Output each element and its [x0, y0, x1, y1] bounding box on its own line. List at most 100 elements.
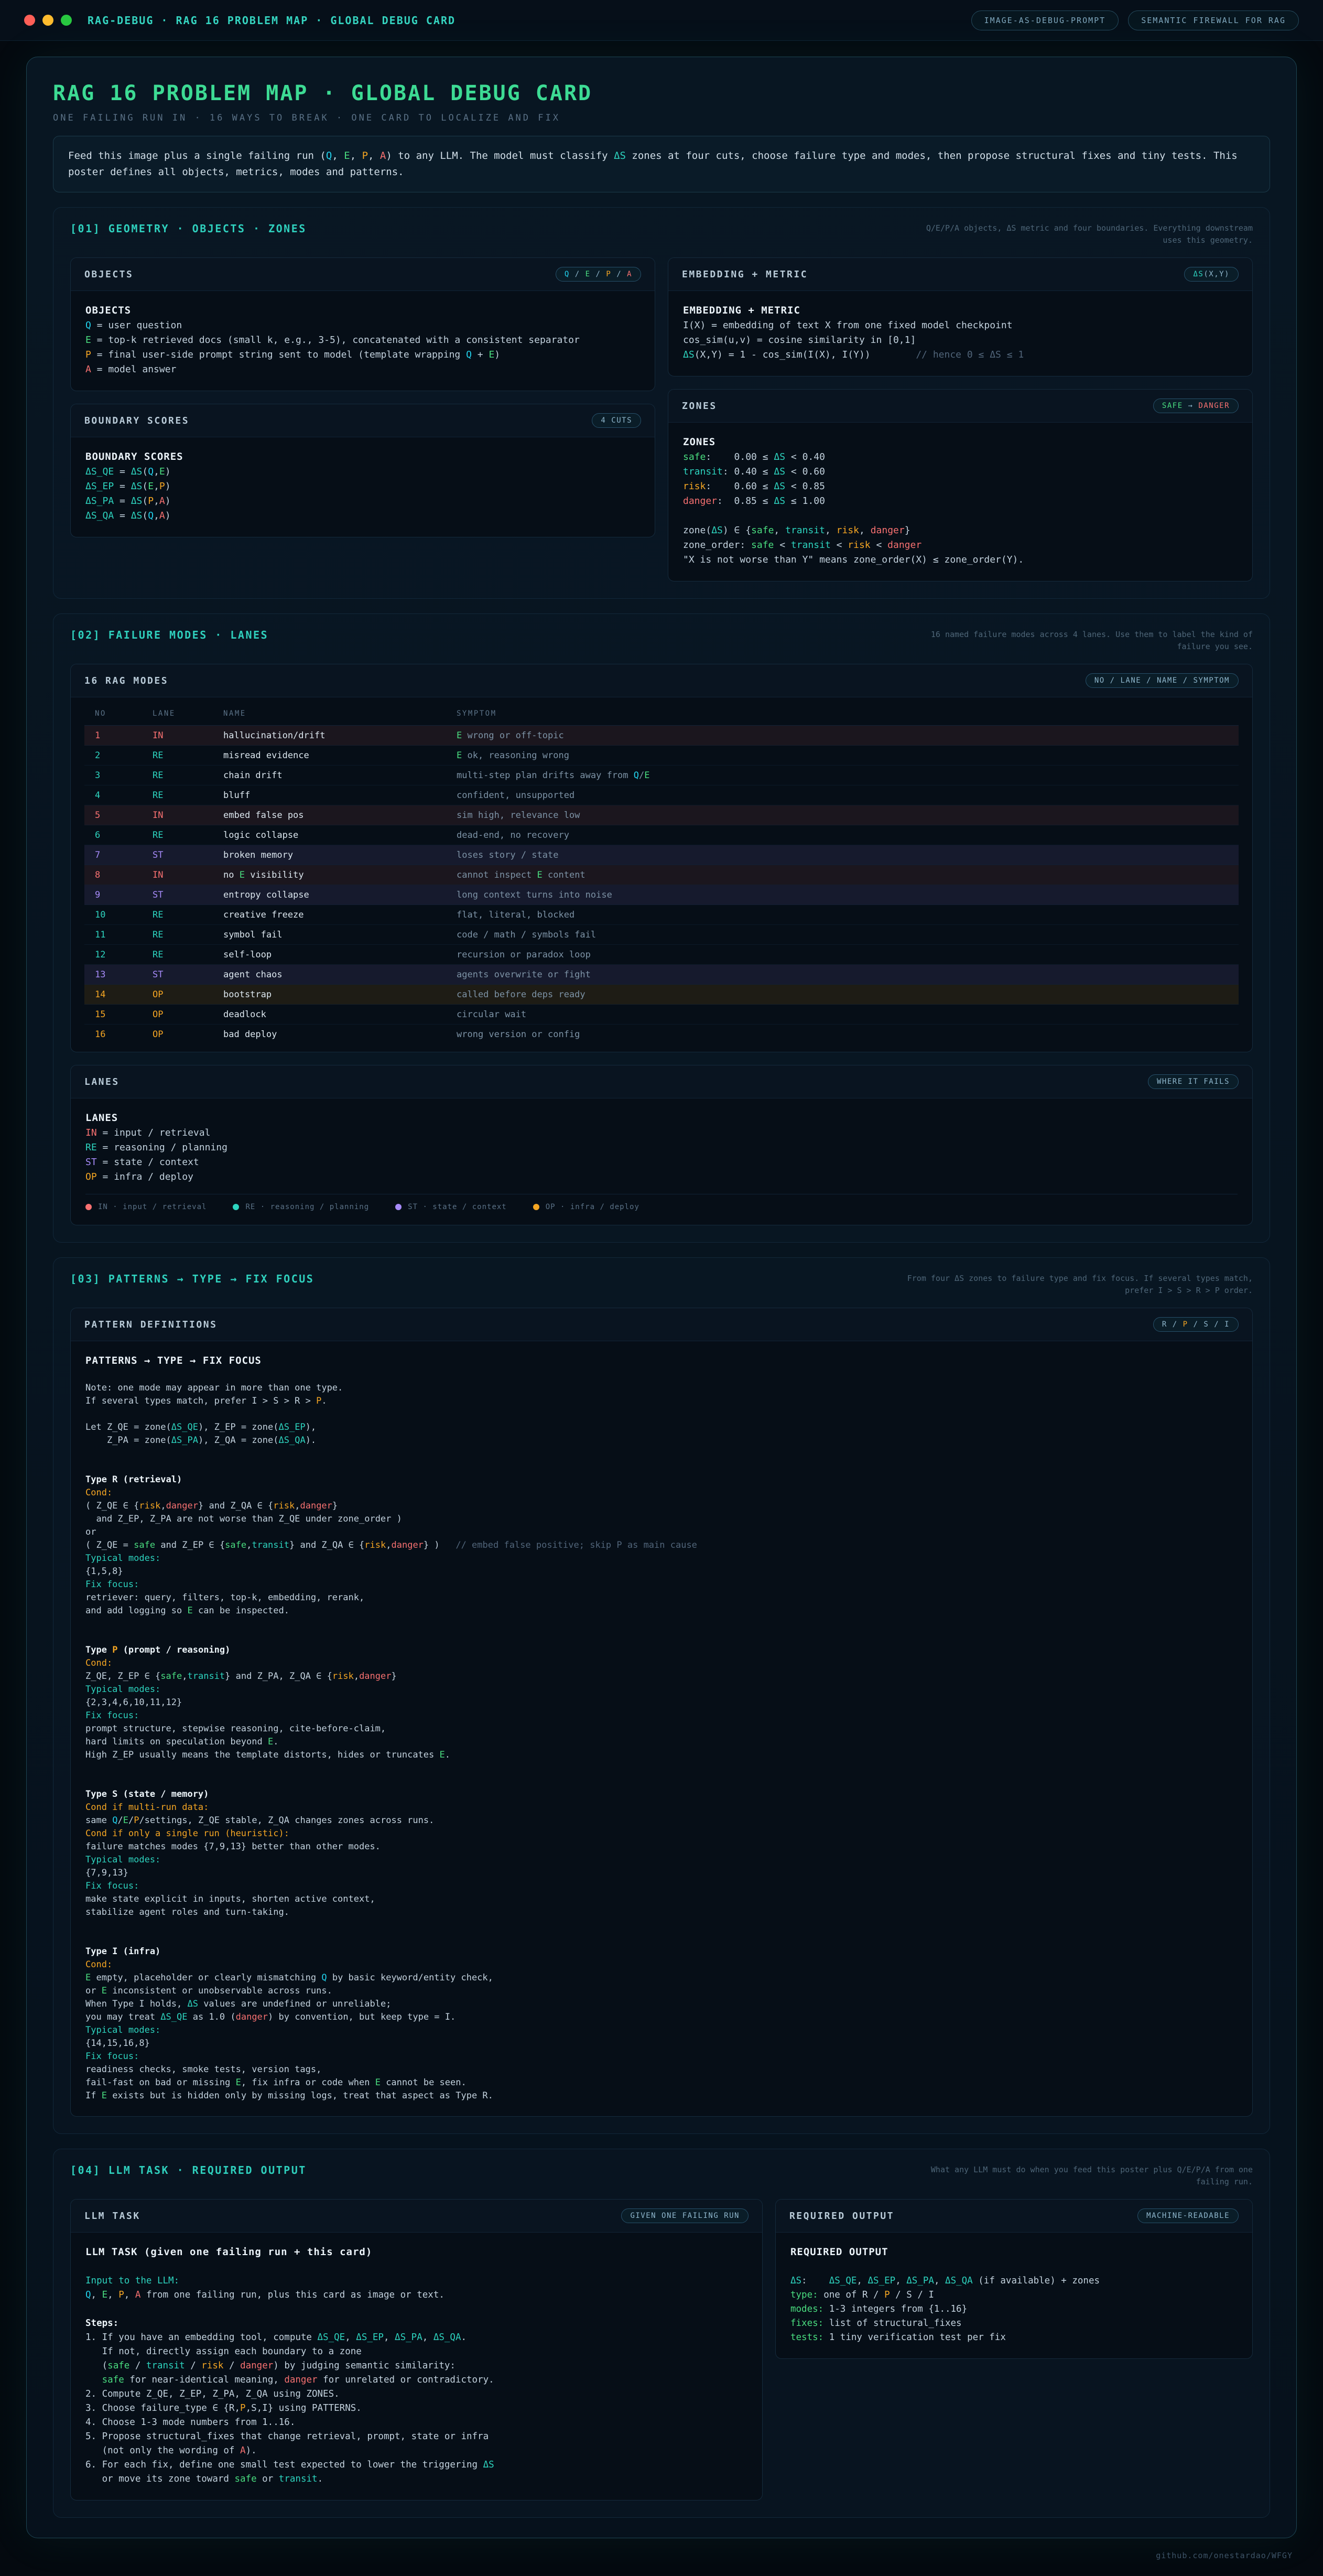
code-line: or — [85, 1526, 1238, 1539]
code-line: tests: 1 tiny verification test per fix — [790, 2331, 1238, 2345]
mode-number: 12 — [95, 950, 153, 960]
code-line: 5. Propose structural_fixes that change … — [85, 2430, 747, 2444]
code-line: ( Z_QE = safe and Z_EP ∈ {safe,transit} … — [85, 1539, 1238, 1552]
window-minimize-button[interactable] — [42, 15, 53, 26]
panel-badge: SAFE → DANGER — [1153, 398, 1239, 413]
code-line: Cond if only a single run (heuristic): — [85, 1827, 1238, 1840]
code-line: If several types match, prefer I > S > R… — [85, 1395, 1238, 1408]
mode-number: 8 — [95, 870, 153, 880]
code-heading: BOUNDARY SCORES — [85, 449, 640, 465]
code-line: Typical modes: — [85, 1853, 1238, 1867]
panel-label: EMBEDDING + METRIC — [682, 269, 808, 280]
code-block: safe: 0.00 ≤ ΔS < 0.40transit: 0.40 ≤ ΔS… — [683, 450, 1238, 567]
column-header: LANE — [153, 709, 223, 718]
code-line: safe: 0.00 ≤ ΔS < 0.40 — [683, 450, 1238, 465]
code-line: failure matches modes {7,9,13} better th… — [85, 1840, 1238, 1853]
mode-symptom: agents overwrite or fight — [457, 969, 1228, 980]
lane-legend-item: IN · input / retrieval — [85, 1203, 207, 1211]
code-line: fail-fast on bad or missing E, fix infra… — [85, 2076, 1238, 2089]
mode-symptom: flat, literal, blocked — [457, 910, 1228, 920]
mode-lane: OP — [153, 1009, 223, 1020]
mode-symptom: called before deps ready — [457, 989, 1228, 1000]
code-line: Fix focus: — [85, 1709, 1238, 1722]
panel-llm-task: LLM TASK GIVEN ONE FAILING RUN LLM TASK … — [70, 2199, 763, 2500]
code-line: ΔS_PA = ΔS(P,A) — [85, 494, 640, 509]
code-line: cos_sim(u,v) = cosine similarity in [0,1… — [683, 333, 1238, 348]
section-title: [03] PATTERNS → TYPE → FIX FOCUS — [70, 1273, 314, 1285]
mode-lane: RE — [153, 750, 223, 761]
code-line: {7,9,13} — [85, 1867, 1238, 1880]
panel-badge: Q / E / P / A — [556, 267, 641, 282]
code-line: Typical modes: — [85, 1552, 1238, 1565]
code-line: and Z_EP, Z_PA are not worse than Z_QE u… — [85, 1513, 1238, 1526]
code-line: Input to the LLM: — [85, 2274, 747, 2288]
mode-name: entropy collapse — [223, 890, 457, 900]
code-line: Q = user question — [85, 318, 640, 333]
code-line: zone(ΔS) ∈ {safe, transit, risk, danger} — [683, 523, 1238, 538]
section-note: Q/E/P/A objects, ΔS metric and four boun… — [907, 222, 1253, 246]
code-line: When Type I holds, ΔS values are undefin… — [85, 1998, 1238, 2011]
code-line: hard limits on speculation beyond E. — [85, 1736, 1238, 1749]
panel-zones: ZONES SAFE → DANGER ZONES safe: 0.00 ≤ Δ… — [668, 389, 1253, 581]
code-line: Z_PA = zone(ΔS_PA), Z_QA = zone(ΔS_QA). — [85, 1434, 1238, 1447]
mode-symptom: E wrong or off-topic — [457, 730, 1228, 741]
panel-label: LANES — [84, 1076, 120, 1087]
mode-lane: ST — [153, 850, 223, 860]
lane-color-dot — [533, 1204, 539, 1210]
code-line: ΔS: ΔS_QE, ΔS_EP, ΔS_PA, ΔS_QA (if avail… — [790, 2274, 1238, 2288]
code-line: risk: 0.60 ≤ ΔS < 0.85 — [683, 479, 1238, 494]
code-line: or E inconsistent or unobservable across… — [85, 1985, 1238, 1998]
panel-badge: R / P / S / I — [1153, 1317, 1239, 1332]
code-heading: LANES — [85, 1110, 1238, 1126]
code-line: ΔS_EP = ΔS(E,P) — [85, 479, 640, 494]
mode-symptom: sim high, relevance low — [457, 810, 1228, 821]
mode-name: hallucination/drift — [223, 730, 457, 741]
code-line: type: one of R / P / S / I — [790, 2288, 1238, 2302]
code-line: Let Z_QE = zone(ΔS_QE), Z_EP = zone(ΔS_E… — [85, 1421, 1238, 1434]
code-line — [85, 2302, 747, 2316]
lane-color-dot — [85, 1204, 92, 1210]
code-heading: REQUIRED OUTPUT — [790, 2244, 1238, 2260]
code-line: same Q/E/P/settings, Z_QE stable, Z_QA c… — [85, 1814, 1238, 1827]
panel-embedding-metric: EMBEDDING + METRIC ΔS(X,Y) EMBEDDING + M… — [668, 257, 1253, 376]
footer-credit: github.com/onestardao/WFGY — [26, 2551, 1297, 2576]
section-geometry: [01] GEOMETRY · OBJECTS · ZONES Q/E/P/A … — [53, 207, 1270, 599]
mode-row-5: 5INembed false possim high, relevance lo… — [84, 805, 1239, 825]
code-line: Note: one mode may appear in more than o… — [85, 1382, 1238, 1395]
window-zoom-button[interactable] — [61, 15, 72, 26]
code-line: Cond: — [85, 1486, 1238, 1500]
lane-color-dot — [233, 1204, 239, 1210]
code-line: modes: 1-3 integers from {1..16} — [790, 2302, 1238, 2316]
panel-label: PATTERN DEFINITIONS — [84, 1319, 217, 1330]
code-line: ( Z_QE ∈ {risk,danger} and Z_QA ∈ {risk,… — [85, 1500, 1238, 1513]
mode-row-2: 2REmisread evidenceE ok, reasoning wrong — [84, 746, 1239, 766]
code-block: I(X) = embedding of text X from one fixe… — [683, 318, 1238, 362]
code-line: "X is not worse than Y" means zone_order… — [683, 553, 1238, 567]
mode-row-8: 8INno E visibilitycannot inspect E conte… — [84, 865, 1239, 885]
mode-number: 3 — [95, 770, 153, 781]
mode-symptom: dead-end, no recovery — [457, 830, 1228, 840]
code-block: Note: one mode may appear in more than o… — [85, 1368, 1238, 2103]
window-close-button[interactable] — [24, 15, 35, 26]
panel-badge: 4 CUTS — [592, 413, 641, 428]
window-titlebar: RAG-DEBUG · RAG 16 PROBLEM MAP · GLOBAL … — [0, 0, 1323, 41]
mode-name: logic collapse — [223, 830, 457, 840]
lane-legend-label: RE · reasoning / planning — [245, 1203, 369, 1211]
mode-name: no E visibility — [223, 870, 457, 880]
code-line: danger: 0.85 ≤ ΔS ≤ 1.00 — [683, 494, 1238, 509]
lane-legend: IN · input / retrieval RE · reasoning / p… — [85, 1194, 1238, 1211]
lane-legend-item: RE · reasoning / planning — [233, 1203, 369, 1211]
code-block: ΔS_QE = ΔS(Q,E)ΔS_EP = ΔS(E,P)ΔS_PA = ΔS… — [85, 465, 640, 523]
panel-label: 16 RAG MODES — [84, 675, 168, 686]
code-line: If not, directly assign each boundary to… — [85, 2345, 747, 2359]
code-line: transit: 0.40 ≤ ΔS < 0.60 — [683, 465, 1238, 479]
code-line: IN = input / retrieval — [85, 1126, 1238, 1140]
mode-lane: RE — [153, 770, 223, 781]
lane-legend-item: ST · state / context — [395, 1203, 507, 1211]
lane-legend-item: OP · infra / deploy — [533, 1203, 639, 1211]
code-line — [85, 1447, 1238, 1460]
mode-lane: RE — [153, 830, 223, 840]
mode-name: agent chaos — [223, 969, 457, 980]
code-line: {14,15,16,8} — [85, 2037, 1238, 2050]
mode-number: 15 — [95, 1009, 153, 1020]
